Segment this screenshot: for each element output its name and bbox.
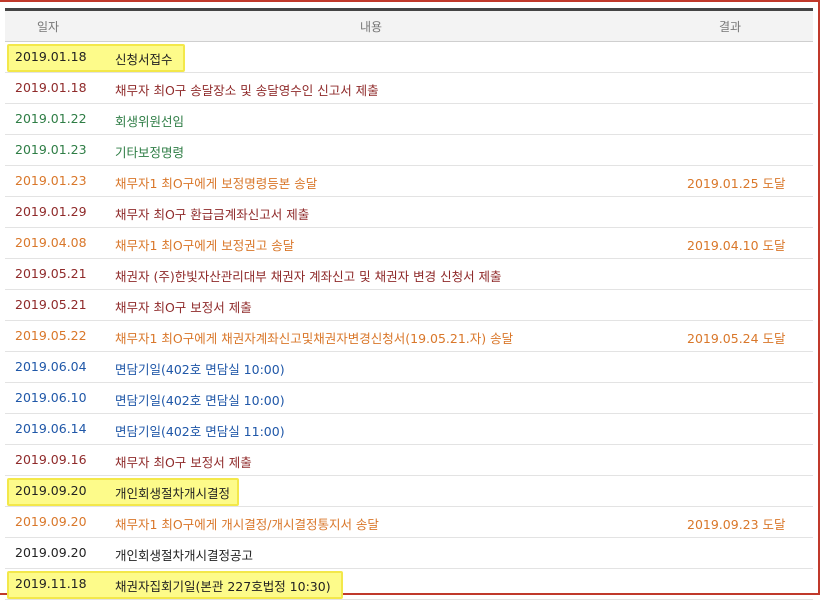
row-content: 회생위원선임 <box>115 114 185 129</box>
row-content: 채권자집회기일(본관 227호법정 10:30) <box>115 579 331 594</box>
header-content: 내용 <box>360 20 383 34</box>
table-row: 2019.04.08 채무자1 최O구에게 보정권고 송달 2019.04.10 도… <box>5 228 813 259</box>
table-header: 일자 내용 결과 <box>5 8 813 42</box>
row-content: 채무자 최O구 보정서 제출 <box>115 455 252 470</box>
table-row: 2019.09.20 개인회생절차개시결정 <box>5 476 813 507</box>
table-row: 2019.01.18 채무자 최O구 송달장소 및 송달영수인 신고서 제출 <box>5 73 813 104</box>
table-row: 2019.06.14 면담기일(402호 면담실 11:00) <box>5 414 813 445</box>
row-date: 2019.01.29 <box>15 204 87 219</box>
row-date: 2019.04.08 <box>15 235 87 250</box>
row-content: 채무자 최O구 환급금계좌신고서 제출 <box>115 207 310 222</box>
row-content: 개인회생절차개시결정공고 <box>115 548 254 563</box>
row-content: 개인회생절차개시결정 <box>115 486 231 501</box>
row-date: 2019.06.10 <box>15 390 87 405</box>
row-result: 2019.04.10 도달 <box>687 238 786 253</box>
table-row: 2019.11.18 채권자집회기일(본관 227호법정 10:30) <box>5 569 813 600</box>
row-content: 면담기일(402호 면담실 10:00) <box>115 393 285 408</box>
table-row: 2019.05.21 채권자 (주)한빛자산관리대부 채권자 계좌신고 및 채권자… <box>5 259 813 290</box>
row-content: 면담기일(402호 면담실 11:00) <box>115 424 285 439</box>
table-row: 2019.09.20 개인회생절차개시결정공고 <box>5 538 813 569</box>
row-content: 채무자1 최O구에게 채권자계좌신고및채권자변경신청서(19.05.21.자) … <box>115 331 514 346</box>
row-content: 채무자 최O구 송달장소 및 송달영수인 신고서 제출 <box>115 83 379 98</box>
row-date: 2019.01.23 <box>15 142 87 157</box>
row-date: 2019.01.18 <box>15 80 87 95</box>
table-row: 2019.01.18 신청서접수 <box>5 42 813 73</box>
row-content: 채무자1 최O구에게 개시결정/개시결정통지서 송달 <box>115 517 379 532</box>
row-date: 2019.09.20 <box>15 545 87 560</box>
table-row: 2019.01.23 채무자1 최O구에게 보정명령등본 송달 2019.01.25… <box>5 166 813 197</box>
table-row: 2019.01.23 기타보정명령 <box>5 135 813 166</box>
row-date: 2019.05.21 <box>15 266 87 281</box>
row-date: 2019.01.23 <box>15 173 87 188</box>
row-result: 2019.01.25 도달 <box>687 176 786 191</box>
row-content: 채무자1 최O구에게 보정권고 송달 <box>115 238 295 253</box>
table-row: 2019.06.04 면담기일(402호 면담실 10:00) <box>5 352 813 383</box>
row-date: 2019.05.22 <box>15 328 87 343</box>
case-history-table: 일자 내용 결과 2019.01.18 신청서접수 2019.01.18 채무자 최O… <box>5 8 813 600</box>
table-row: 2019.01.22 회생위원선임 <box>5 104 813 135</box>
row-date: 2019.01.18 <box>15 49 87 64</box>
red-frame-top <box>0 0 820 2</box>
row-content: 채무자 최O구 보정서 제출 <box>115 300 252 315</box>
row-date: 2019.11.18 <box>15 576 87 591</box>
header-date: 일자 <box>37 20 60 34</box>
row-date: 2019.05.21 <box>15 297 87 312</box>
table-body: 2019.01.18 신청서접수 2019.01.18 채무자 최O구 송달장소 및 … <box>5 42 813 600</box>
table-row: 2019.06.10 면담기일(402호 면담실 10:00) <box>5 383 813 414</box>
row-result: 2019.09.23 도달 <box>687 517 786 532</box>
row-content: 채권자 (주)한빛자산관리대부 채권자 계좌신고 및 채권자 변경 신청서 제출 <box>115 269 502 284</box>
row-date: 2019.09.20 <box>15 514 87 529</box>
row-content: 면담기일(402호 면담실 10:00) <box>115 362 285 377</box>
row-date: 2019.06.14 <box>15 421 87 436</box>
row-content: 기타보정명령 <box>115 145 185 160</box>
table-row: 2019.05.21 채무자 최O구 보정서 제출 <box>5 290 813 321</box>
table-row: 2019.09.20 채무자1 최O구에게 개시결정/개시결정통지서 송달 2019… <box>5 507 813 538</box>
row-content: 신청서접수 <box>115 52 173 67</box>
row-date: 2019.06.04 <box>15 359 87 374</box>
table-row: 2019.09.16 채무자 최O구 보정서 제출 <box>5 445 813 476</box>
row-date: 2019.09.16 <box>15 452 87 467</box>
table-row: 2019.01.29 채무자 최O구 환급금계좌신고서 제출 <box>5 197 813 228</box>
header-result: 결과 <box>719 20 742 34</box>
row-date: 2019.09.20 <box>15 483 87 498</box>
table-row: 2019.05.22 채무자1 최O구에게 채권자계좌신고및채권자변경신청서(19… <box>5 321 813 352</box>
row-result: 2019.05.24 도달 <box>687 331 786 346</box>
row-date: 2019.01.22 <box>15 111 87 126</box>
row-content: 채무자1 최O구에게 보정명령등본 송달 <box>115 176 318 191</box>
